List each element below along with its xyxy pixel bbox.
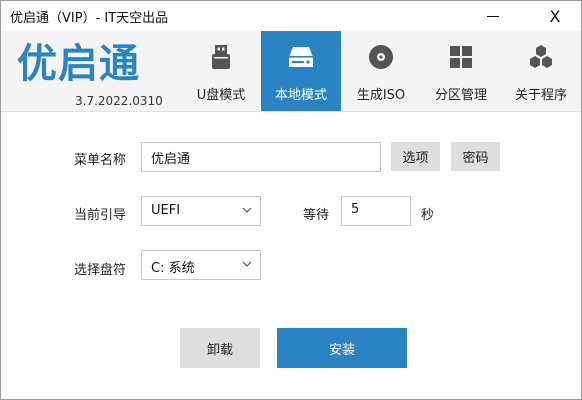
tab-label: 分区管理	[434, 88, 487, 103]
boot-mode-value: UEFI	[151, 203, 181, 218]
options-button[interactable]: 选项	[391, 142, 440, 171]
tab-usb-mode[interactable]: U盘模式	[181, 31, 261, 111]
hexagons-icon	[530, 45, 552, 68]
title-bar: 优启通（VIP）- IT天空出品 X	[1, 1, 581, 31]
disc-icon	[369, 45, 393, 69]
header-bar: 优启通 3.7.2022.0310 U盘模式 本地模式 生成ISO 分区管理 关…	[1, 31, 581, 112]
close-button[interactable]: X	[533, 1, 577, 31]
chevron-down-icon	[242, 261, 252, 267]
tab-local-mode[interactable]: 本地模式	[261, 31, 341, 111]
minimize-icon	[487, 15, 499, 17]
app-window: 优启通（VIP）- IT天空出品 X 优启通 3.7.2022.0310 U盘模…	[0, 0, 582, 400]
tab-generate-iso[interactable]: 生成ISO	[341, 31, 421, 111]
grid-icon	[450, 46, 472, 68]
menu-name-input[interactable]: 优启通	[141, 142, 381, 172]
usb-drive-icon	[212, 45, 230, 69]
minimize-button[interactable]	[471, 1, 515, 31]
install-button[interactable]: 安装	[277, 328, 407, 368]
tab-partition-manager[interactable]: 分区管理	[421, 31, 501, 111]
svg-text:优启通: 优启通	[17, 41, 140, 87]
wait-label: 等待	[303, 208, 330, 223]
version-label: 3.7.2022.0310	[75, 94, 163, 108]
boot-mode-select[interactable]: UEFI	[141, 196, 261, 226]
chevron-down-icon	[242, 207, 252, 213]
menu-name-label: 菜单名称	[74, 153, 127, 168]
disk-value: C: 系统	[151, 261, 195, 276]
tab-label: 本地模式	[274, 88, 327, 103]
boot-label: 当前引导	[74, 208, 127, 223]
tab-label: 关于程序	[514, 88, 567, 103]
logo-text-graphic: 优启通	[17, 41, 140, 87]
password-button[interactable]: 密码	[451, 142, 500, 171]
tab-about[interactable]: 关于程序	[501, 31, 581, 111]
window-title: 优启通（VIP）- IT天空出品	[10, 11, 169, 26]
tab-label: U盘模式	[196, 88, 246, 103]
wait-seconds-input[interactable]: 5	[341, 196, 411, 226]
seconds-label: 秒	[421, 208, 435, 223]
disk-select[interactable]: C: 系统	[141, 250, 261, 280]
disk-label: 选择盘符	[74, 263, 127, 278]
app-logo: 优启通 3.7.2022.0310	[15, 37, 195, 108]
tab-label: 生成ISO	[356, 88, 406, 103]
uninstall-button[interactable]: 卸载	[180, 328, 260, 368]
hard-drive-icon	[289, 47, 313, 67]
